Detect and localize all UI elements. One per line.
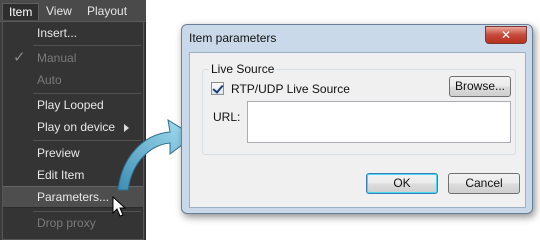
item-parameters-dialog: Item parameters ✕ Live Source RTP/UDP Li… <box>181 24 533 214</box>
menubar: Item View Playout <box>0 0 146 22</box>
cancel-button[interactable]: Cancel <box>448 173 520 194</box>
url-input[interactable] <box>247 101 511 143</box>
live-source-group: Live Source RTP/UDP Live Source Browse..… <box>202 62 516 155</box>
menubar-item-view[interactable]: View <box>40 3 78 20</box>
screenshot-stage: Item View Playout Insert... ✓ Manual Aut… <box>0 0 540 240</box>
menu-item-manual-label: Manual <box>37 51 77 65</box>
close-icon: ✕ <box>500 28 512 42</box>
dialog-title: Item parameters <box>189 31 277 45</box>
dialog-client-area: Live Source RTP/UDP Live Source Browse..… <box>189 52 526 208</box>
rtp-udp-checkbox[interactable] <box>211 82 224 95</box>
menubar-item-playout[interactable]: Playout <box>81 3 133 20</box>
checkmark-icon: ✓ <box>13 49 26 66</box>
menu-item-manual[interactable]: ✓ Manual <box>3 47 143 69</box>
menubar-item-item[interactable]: Item <box>2 3 40 20</box>
menu-item-auto[interactable]: Auto <box>3 69 143 91</box>
ok-button[interactable]: OK <box>366 173 438 194</box>
rtp-udp-checkbox-label[interactable]: RTP/UDP Live Source <box>231 82 350 96</box>
browse-button[interactable]: Browse... <box>449 76 511 97</box>
close-button[interactable]: ✕ <box>485 26 527 44</box>
url-label: URL: <box>213 110 241 124</box>
mouse-cursor-icon <box>112 196 127 217</box>
live-source-group-title: Live Source <box>209 62 277 76</box>
menu-separator <box>33 45 141 46</box>
menu-item-play-on-device-label: Play on device <box>37 120 116 134</box>
menu-item-insert[interactable]: Insert... <box>3 22 143 44</box>
